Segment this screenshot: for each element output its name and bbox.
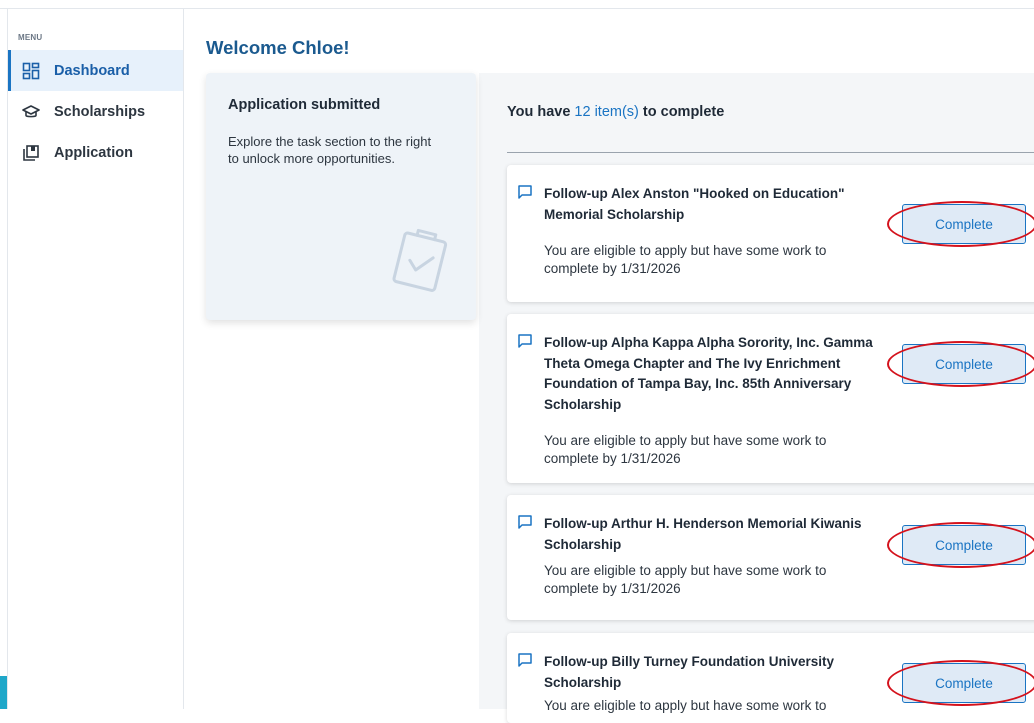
task-description: You are eligible to apply but have some … [544, 433, 827, 466]
complete-button[interactable]: Complete [902, 525, 1026, 565]
application-icon [22, 144, 40, 162]
task-title: Follow-up Alpha Kappa Alpha Sorority, In… [544, 335, 873, 412]
flag-icon [517, 652, 533, 668]
task-card: Follow-up Alex Anston "Hooked on Educati… [507, 165, 1034, 302]
dashboard-icon [22, 62, 40, 80]
items-heading-suffix: to complete [638, 104, 725, 120]
graduation-cap-icon [22, 103, 40, 121]
sidebar: MENU Dashboard Scholarships Application [8, 9, 184, 709]
flag-icon [517, 514, 533, 530]
feedback-tab[interactable] [0, 676, 7, 709]
application-status-card: Application submitted Explore the task s… [206, 73, 476, 320]
sidebar-item-label: Dashboard [54, 62, 130, 79]
sidebar-item-scholarships[interactable]: Scholarships [8, 91, 183, 132]
status-card-title: Application submitted [228, 97, 381, 113]
items-count-link[interactable]: 12 item(s) [574, 104, 638, 120]
task-description: You are eligible to apply but have some … [544, 243, 827, 276]
menu-label: MENU [18, 33, 43, 42]
task-description: You are eligible to apply but have some … [544, 563, 827, 596]
divider [507, 152, 1034, 153]
main-content: Welcome Chloe! Application submitted Exp… [184, 9, 1034, 723]
sidebar-item-label: Scholarships [54, 103, 146, 120]
complete-button[interactable]: Complete [902, 204, 1026, 244]
status-card-text: Explore the task section to the right to… [228, 134, 432, 166]
items-heading-prefix: You have [507, 104, 575, 120]
flag-icon [517, 184, 533, 200]
complete-button[interactable]: Complete [902, 344, 1026, 384]
task-title: Follow-up Arthur H. Henderson Memorial K… [544, 516, 862, 552]
sidebar-item-dashboard[interactable]: Dashboard [8, 50, 183, 91]
sidebar-item-label: Application [54, 144, 133, 161]
task-card: Follow-up Billy Turney Foundation Univer… [507, 633, 1034, 723]
complete-button[interactable]: Complete [902, 663, 1026, 703]
sidebar-item-application[interactable]: Application [8, 132, 183, 173]
task-card: Follow-up Alpha Kappa Alpha Sorority, In… [507, 314, 1034, 483]
items-to-complete-heading: You have 12 item(s) to complete [507, 104, 724, 120]
task-card: Follow-up Arthur H. Henderson Memorial K… [507, 495, 1034, 620]
flag-icon [517, 333, 533, 349]
task-description: You are eligible to apply but have some … [544, 698, 827, 713]
task-title: Follow-up Alex Anston "Hooked on Educati… [544, 186, 845, 222]
task-title: Follow-up Billy Turney Foundation Univer… [544, 654, 835, 690]
sidebar-nav: Dashboard Scholarships Application [8, 50, 183, 173]
page-title: Welcome Chloe! [206, 37, 350, 58]
clipboard-check-icon [389, 223, 453, 295]
